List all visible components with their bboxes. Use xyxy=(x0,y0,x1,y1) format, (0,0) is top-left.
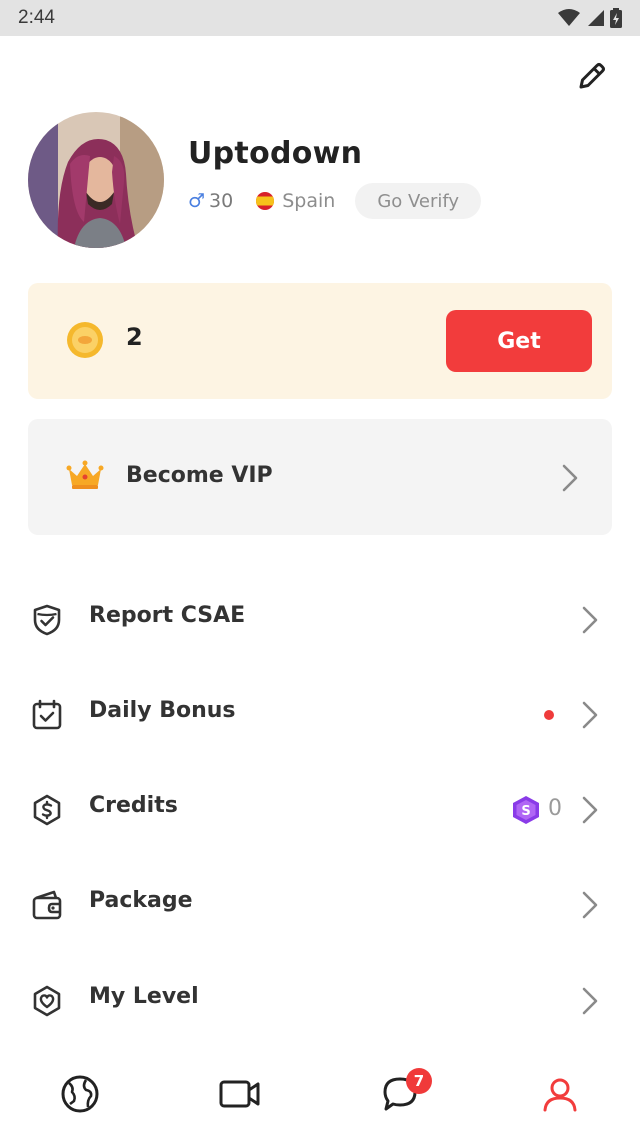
go-verify-button[interactable]: Go Verify xyxy=(355,183,482,219)
chevron-right-icon xyxy=(582,606,598,634)
status-time: 2:44 xyxy=(18,7,55,28)
signal-icon xyxy=(588,10,604,26)
tab-discover[interactable] xyxy=(58,1072,102,1116)
chevron-right-icon xyxy=(582,796,598,824)
dollar-shield-icon xyxy=(33,794,61,826)
wallet-icon xyxy=(32,890,62,920)
globe-icon xyxy=(61,1075,99,1113)
notification-dot xyxy=(544,710,554,720)
svg-text:S: S xyxy=(521,804,530,819)
tab-profile[interactable] xyxy=(538,1072,582,1116)
coin-count: 2 xyxy=(126,323,143,351)
male-icon: ♂ xyxy=(188,190,206,212)
coin-card: 2 Get xyxy=(28,283,612,399)
menu-label-report-csae: Report CSAE xyxy=(89,603,246,628)
credit-gem-icon: S xyxy=(513,796,539,824)
status-bar: 2:44 xyxy=(0,0,640,36)
heart-shield-icon xyxy=(33,985,61,1017)
menu-item-daily-bonus[interactable]: Daily Bonus xyxy=(0,668,640,758)
profile-icon xyxy=(543,1078,577,1112)
get-coins-button[interactable]: Get xyxy=(446,310,592,372)
gender-age: ♂ 30 xyxy=(188,190,233,212)
spain-flag-icon xyxy=(256,192,275,210)
profile-meta: ♂ 30 Spain Go Verify xyxy=(188,183,482,219)
coin-icon xyxy=(67,322,103,358)
country: Spain xyxy=(255,190,335,212)
bottom-tab-bar xyxy=(0,1052,640,1138)
chevron-right-icon xyxy=(562,464,578,492)
menu-label-my-level: My Level xyxy=(89,984,199,1009)
pencil-icon xyxy=(579,63,605,89)
age-value: 30 xyxy=(209,190,234,212)
wifi-icon xyxy=(558,9,580,26)
edit-profile-button[interactable] xyxy=(572,56,612,96)
avatar-photo xyxy=(28,112,164,248)
menu-item-credits[interactable]: Credits S 0 xyxy=(0,763,640,853)
calendar-check-icon xyxy=(32,699,62,730)
become-vip-card[interactable]: Become VIP xyxy=(28,419,612,535)
profile-name: Uptodown xyxy=(188,136,363,171)
credits-value: 0 xyxy=(548,796,562,821)
video-camera-icon xyxy=(219,1080,260,1108)
menu-label-credits: Credits xyxy=(89,793,178,818)
menu-item-my-level[interactable]: My Level xyxy=(0,954,640,1044)
avatar[interactable] xyxy=(28,112,164,248)
status-icons xyxy=(558,8,622,28)
chevron-right-icon xyxy=(582,891,598,919)
shield-check-icon xyxy=(33,604,61,636)
chat-badge: 7 xyxy=(406,1068,432,1094)
tab-video[interactable] xyxy=(218,1072,262,1116)
chevron-right-icon xyxy=(582,701,598,729)
become-vip-label: Become VIP xyxy=(126,463,273,488)
menu-item-report-csae[interactable]: Report CSAE xyxy=(0,573,640,663)
country-name: Spain xyxy=(282,190,336,212)
menu-item-package[interactable]: Package xyxy=(0,858,640,948)
menu-label-daily-bonus: Daily Bonus xyxy=(89,698,236,723)
chevron-right-icon xyxy=(582,987,598,1015)
menu-label-package: Package xyxy=(89,888,193,913)
crown-icon xyxy=(66,460,104,489)
battery-icon xyxy=(610,8,622,28)
